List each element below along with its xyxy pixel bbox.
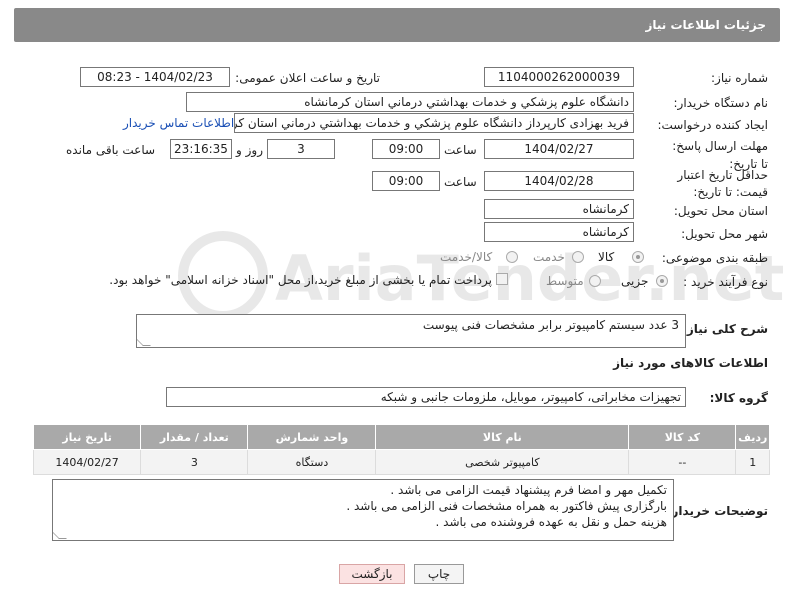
process-option-minor: جزیی bbox=[621, 274, 649, 288]
col-row: ردیف bbox=[735, 424, 770, 450]
category-option-goods: کالا bbox=[598, 250, 615, 264]
description-text: 3 عدد سیستم کامپیوتر برابر مشخصات فنی پی… bbox=[422, 318, 679, 332]
announce-label: تاریخ و ساعت اعلان عمومی: bbox=[235, 71, 380, 85]
category-option-goods-service: کالا/خدمت bbox=[440, 250, 493, 264]
cell-code: -- bbox=[628, 449, 737, 475]
process-label: نوع فرآیند خرید : bbox=[683, 275, 768, 289]
buyer-notes-textarea: تکمیل مهر و امضا فرم پیشنهاد قیمت الزامی… bbox=[52, 479, 674, 541]
category-radio-goods-service[interactable] bbox=[506, 251, 518, 263]
col-code: کد کالا bbox=[628, 424, 737, 450]
back-button[interactable]: بازگشت bbox=[339, 564, 405, 584]
city-field: کرمانشاه bbox=[484, 222, 634, 242]
days-field: 3 bbox=[267, 139, 335, 159]
goods-table-header: ردیف کد کالا نام کالا واحد شمارش تعداد /… bbox=[32, 424, 770, 450]
validity-date-field: 1404/02/28 bbox=[484, 171, 634, 191]
description-label: شرح کلی نیاز: bbox=[682, 322, 768, 336]
goods-group-label: گروه کالا: bbox=[709, 391, 768, 405]
creator-label: ایجاد کننده درخواست: bbox=[657, 118, 768, 132]
creator-field: فرید بهزادی کارپرداز دانشگاه علوم پزشکي … bbox=[234, 113, 634, 133]
remaining-label: ساعت باقی مانده bbox=[66, 143, 156, 157]
process-radio-minor[interactable] bbox=[656, 275, 668, 287]
remaining-time-field: 23:16:35 bbox=[170, 139, 232, 159]
days-label: روز و bbox=[236, 143, 263, 157]
goods-table: ردیف کد کالا نام کالا واحد شمارش تعداد /… bbox=[32, 424, 770, 475]
resize-handle-icon[interactable] bbox=[137, 338, 151, 346]
cell-date: 1404/02/27 bbox=[32, 449, 142, 475]
deadline-time-label: ساعت bbox=[444, 143, 477, 157]
need-number-label: شماره نیاز: bbox=[711, 71, 768, 85]
col-date: تاریخ نیاز bbox=[32, 424, 142, 450]
city-label: شهر محل تحویل: bbox=[681, 227, 768, 241]
buyer-note-line: هزینه حمل و نقل به عهده فروشنده می باشد … bbox=[435, 515, 667, 529]
need-number-field: 1104000262000039 bbox=[484, 67, 634, 87]
col-qty: تعداد / مقدار bbox=[140, 424, 249, 450]
deadline-time-field: 09:00 bbox=[372, 139, 440, 159]
buyer-note-line: بارگزاری پیش فاکتور به همراه مشخصات فنی … bbox=[346, 499, 667, 513]
cell-row: 1 bbox=[735, 449, 770, 475]
cell-name: کامپیوتر شخصی bbox=[375, 449, 630, 475]
cell-qty: 3 bbox=[140, 449, 249, 475]
buyer-label: نام دستگاه خریدار: bbox=[673, 96, 769, 110]
category-radio-service[interactable] bbox=[572, 251, 584, 263]
validity-time-label: ساعت bbox=[444, 175, 477, 189]
buyer-field: دانشگاه علوم پزشکي و خدمات بهداشتي درمان… bbox=[186, 92, 634, 112]
category-option-service: خدمت bbox=[533, 250, 565, 264]
province-label: استان محل تحویل: bbox=[673, 204, 768, 218]
goods-group-field: تجهیزات مخابراتی، کامپیوتر، موبایل، ملزو… bbox=[166, 387, 686, 407]
cell-unit: دستگاه bbox=[247, 449, 377, 475]
province-field: کرمانشاه bbox=[484, 199, 634, 219]
buyer-note-line: تکمیل مهر و امضا فرم پیشنهاد قیمت الزامی… bbox=[390, 483, 667, 497]
deadline-date-field: 1404/02/27 bbox=[484, 139, 634, 159]
goods-section-title: اطلاعات کالاهای مورد نیاز bbox=[613, 356, 768, 370]
col-unit: واحد شمارش bbox=[247, 424, 377, 450]
contact-buyer-link[interactable]: اطلاعات تماس خریدار bbox=[123, 116, 234, 130]
validity-label: حداقل تاریخ اعتبار قیمت: تا تاریخ: bbox=[677, 168, 768, 199]
category-label: طبقه بندی موضوعی: bbox=[661, 251, 768, 265]
resize-handle-icon[interactable] bbox=[53, 531, 67, 539]
page-title: جزئیات اطلاعات نیاز bbox=[645, 18, 766, 32]
validity-time-field: 09:00 bbox=[372, 171, 440, 191]
announce-field: 1404/02/23 - 08:23 bbox=[80, 67, 230, 87]
print-button[interactable]: چاپ bbox=[414, 564, 464, 584]
process-option-medium: متوسط bbox=[546, 274, 584, 288]
col-name: نام کالا bbox=[375, 424, 630, 450]
treasury-payment-checkbox[interactable] bbox=[496, 273, 508, 285]
table-row: 1 -- کامپیوتر شخصی دستگاه 3 1404/02/27 bbox=[32, 449, 770, 475]
buyer-notes-label: توضیحات خریدار: bbox=[666, 504, 768, 518]
description-textarea: 3 عدد سیستم کامپیوتر برابر مشخصات فنی پی… bbox=[136, 314, 686, 348]
treasury-payment-text: پرداخت تمام یا بخشی از مبلغ خرید،از محل … bbox=[109, 273, 492, 287]
header-panel: جزئیات اطلاعات نیاز bbox=[14, 8, 780, 42]
process-radio-medium[interactable] bbox=[589, 275, 601, 287]
category-radio-goods[interactable] bbox=[632, 251, 644, 263]
